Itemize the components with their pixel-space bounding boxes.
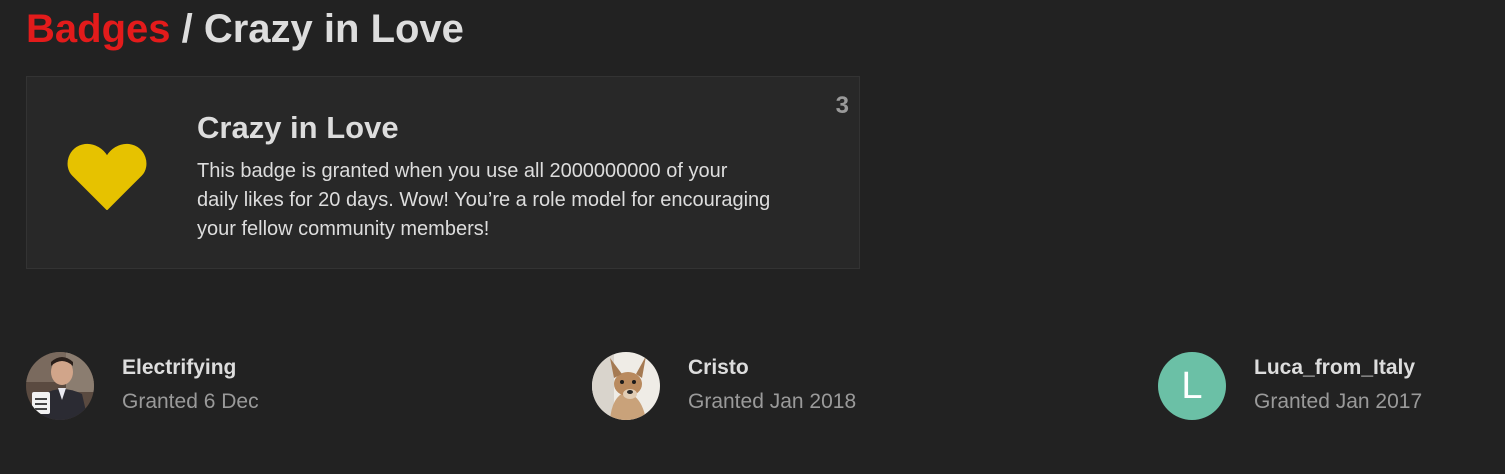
grantee-item: Electrifying Granted 6 Dec (26, 352, 426, 420)
breadcrumb-separator: / (170, 7, 204, 51)
badge-name: Crazy in Love (197, 110, 399, 145)
grantee-item: L Luca_from_Italy Granted Jan 2017 (1158, 352, 1478, 420)
breadcrumb-badges-link[interactable]: Badges (26, 7, 171, 51)
page-title: Badges / Crazy in Love (26, 4, 464, 54)
badge-description: This badge is granted when you use all 2… (197, 160, 771, 240)
badge-grant-count: 3 (835, 92, 849, 119)
grantee-username[interactable]: Electrifying (122, 354, 236, 382)
heart-icon (67, 141, 147, 213)
grantee-item: Cristo Granted Jan 2018 (592, 352, 992, 420)
grantee-granted-date: Granted Jan 2018 (688, 390, 857, 413)
breadcrumb-current: Crazy in Love (203, 7, 464, 51)
badge-page: Badges / Crazy in Love Crazy in Love Thi… (0, 0, 1505, 474)
user-avatar[interactable] (592, 352, 660, 420)
grantee-username[interactable]: Cristo (688, 354, 749, 382)
grantee-granted-date: Granted Jan 2017 (1254, 390, 1423, 413)
grantee-username[interactable]: Luca_from_Italy (1254, 354, 1415, 382)
user-avatar[interactable]: L (1158, 352, 1226, 420)
badge-card: Crazy in Love This badge is granted when… (26, 76, 860, 269)
user-avatar[interactable] (26, 352, 94, 420)
grantee-granted-date: Granted 6 Dec (122, 390, 259, 413)
